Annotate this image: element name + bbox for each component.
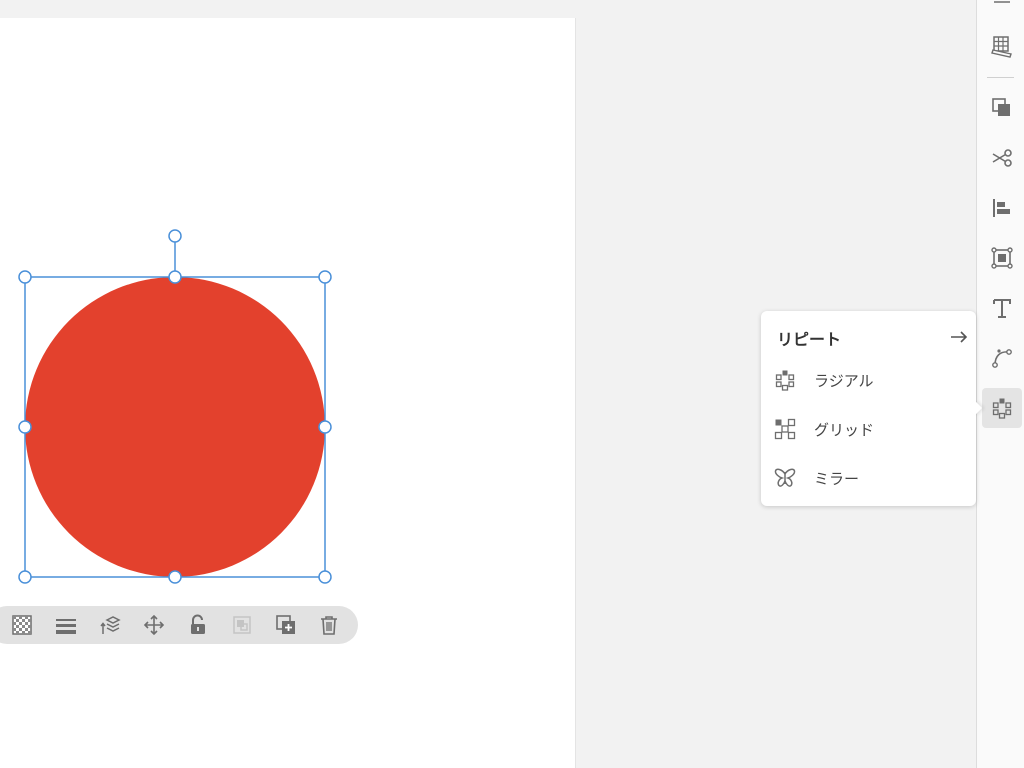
lines-icon — [56, 619, 76, 634]
resize-handle-top-right[interactable] — [318, 270, 332, 284]
checkerboard-icon — [12, 615, 32, 635]
cut-tool[interactable] — [982, 138, 1022, 178]
combine-shapes-tool[interactable] — [982, 88, 1022, 128]
resize-handle-bottom[interactable] — [168, 570, 182, 584]
rotation-handle[interactable] — [168, 229, 182, 243]
radial-repeat-icon — [992, 398, 1012, 419]
lock-open-icon — [191, 614, 205, 634]
grid-repeat-icon — [774, 418, 796, 440]
duplicate-icon — [276, 615, 295, 634]
mirror-butterfly-icon — [774, 468, 796, 487]
repeat-option-label: グリッド — [814, 421, 875, 439]
bezier-icon — [992, 349, 1012, 368]
arrange-button[interactable] — [94, 607, 126, 643]
resize-handle-top[interactable] — [168, 270, 182, 284]
resize-handle-right[interactable] — [318, 420, 332, 434]
align-tool[interactable] — [982, 188, 1022, 228]
repeat-option-label: ミラー — [814, 470, 860, 488]
repeat-popover-title: リピート — [777, 330, 842, 349]
grid-tool[interactable] — [982, 26, 1022, 66]
lock-button[interactable] — [182, 607, 214, 643]
opacity-button[interactable] — [6, 607, 38, 643]
red-circle-shape[interactable] — [25, 277, 325, 577]
duplicate-button[interactable] — [270, 607, 302, 643]
combine-icon — [992, 98, 1010, 116]
move-button[interactable] — [138, 607, 170, 643]
move-icon — [143, 614, 165, 636]
resize-handle-bottom-left[interactable] — [18, 570, 32, 584]
rail-divider — [987, 77, 1014, 78]
layers-icon — [100, 616, 121, 634]
repeat-option-grid[interactable]: グリッド — [761, 407, 976, 451]
partial-tool-icon — [994, 1, 1010, 3]
group-button[interactable] — [226, 607, 258, 643]
canvas-layer — [18, 229, 332, 584]
arrow-right-icon[interactable] — [949, 327, 969, 347]
trash-icon — [321, 616, 337, 635]
delete-button[interactable] — [313, 607, 345, 643]
text-icon — [993, 299, 1011, 318]
text-tool[interactable] — [982, 288, 1022, 328]
rail-top-partial-tool[interactable] — [982, 0, 1022, 16]
radial-repeat-icon — [775, 370, 795, 391]
resize-handle-left[interactable] — [18, 420, 32, 434]
repeat-tool[interactable] — [982, 388, 1022, 428]
resize-handle-bottom-right[interactable] — [318, 570, 332, 584]
path-tool[interactable] — [982, 338, 1022, 378]
grid-ruler-icon — [991, 36, 1012, 58]
align-left-icon — [993, 199, 1010, 217]
resize-handle-top-left[interactable] — [18, 270, 32, 284]
frame-icon — [991, 247, 1013, 269]
repeat-option-label: ラジアル — [814, 372, 874, 390]
group-icon — [233, 616, 251, 634]
frame-tool[interactable] — [982, 238, 1022, 278]
repeat-option-mirror[interactable]: ミラー — [761, 456, 976, 500]
stroke-weight-button[interactable] — [50, 607, 82, 643]
scissors-icon — [992, 149, 1012, 167]
repeat-option-radial[interactable]: ラジアル — [761, 358, 976, 402]
